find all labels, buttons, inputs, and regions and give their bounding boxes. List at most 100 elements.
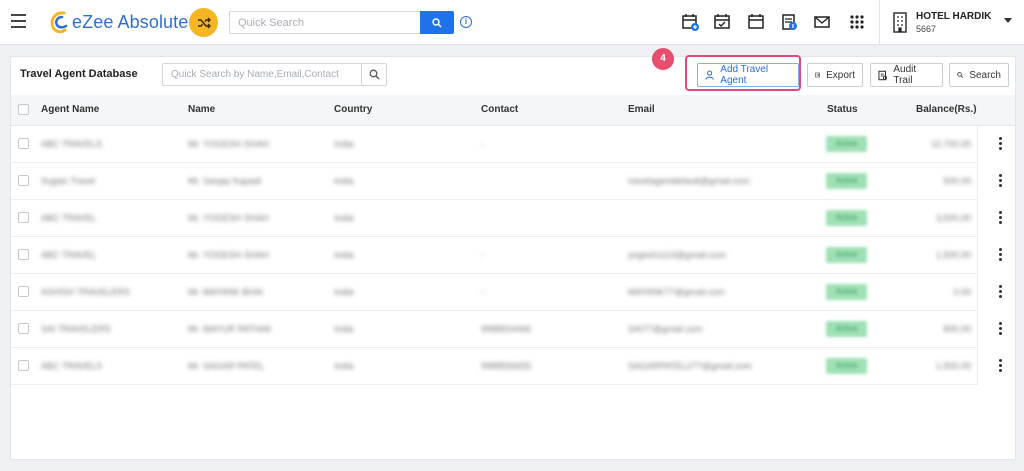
row-actions — [977, 311, 1015, 348]
table-row[interactable]: SAI TRAVELERS Mr. MAYUR PATHAK India 998… — [11, 311, 1015, 348]
row-actions — [977, 237, 1015, 274]
balance-cell: 500.00 — [943, 176, 971, 186]
agent-name-cell: ABC TRAVEL — [41, 213, 97, 223]
agent-name-cell: SAI TRAVELERS — [41, 324, 111, 334]
table-header: Agent Name Name Country Contact Email St… — [11, 95, 1015, 126]
agent-name-cell: ABC TRAVELS — [41, 361, 103, 371]
more-options-icon[interactable] — [999, 322, 1003, 336]
topbar-divider — [879, 0, 880, 45]
contact-cell: - — [481, 139, 484, 149]
column-header-name[interactable]: Name — [188, 104, 215, 115]
name-cell: Mr. MAYANK BHAI — [188, 287, 264, 297]
search-icon — [432, 17, 442, 28]
search-icon — [369, 69, 379, 80]
agent-search-input[interactable] — [162, 63, 362, 86]
calendar-check-icon[interactable] — [713, 13, 731, 31]
status-badge: Active — [826, 210, 867, 226]
app-logo[interactable]: eZee Absolute — [48, 9, 188, 35]
row-checkbox[interactable] — [18, 249, 29, 260]
email-cell: travelagentdefault@gmail.com — [628, 176, 750, 186]
row-actions — [977, 126, 1015, 163]
table-row[interactable]: ABC TRAVELS Mr. YOGESH SHAH India - Acti… — [11, 126, 1015, 163]
balance-cell: 0.00 — [953, 287, 971, 297]
table-row[interactable]: ABC TRAVEL Mr. YOGESH SHAH India - yoges… — [11, 237, 1015, 274]
hotel-code: 5667 — [916, 24, 937, 34]
table-row[interactable]: ABC TRAVELS Mr. SAGAR PATEL India 998855… — [11, 348, 1015, 385]
more-options-icon[interactable] — [999, 285, 1003, 299]
column-header-status[interactable]: Status — [827, 104, 858, 115]
agent-name-cell: ASHISH TRAVELERS — [41, 287, 130, 297]
country-cell: India — [334, 176, 354, 186]
row-checkbox[interactable] — [18, 286, 29, 297]
country-cell: India — [334, 250, 354, 260]
hotel-name[interactable]: HOTEL HARDIK — [916, 11, 991, 22]
balance-cell: 1,500.00 — [935, 250, 971, 260]
email-cell: SAI77@gmail.com — [628, 324, 703, 334]
more-options-icon[interactable] — [999, 248, 1003, 262]
calendar-icon[interactable] — [747, 13, 765, 31]
more-options-icon[interactable] — [999, 174, 1003, 188]
info-icon[interactable]: i — [460, 16, 472, 28]
balance-cell: 800.00 — [943, 324, 971, 334]
apps-grid-icon[interactable] — [848, 13, 866, 31]
row-checkbox[interactable] — [18, 138, 29, 149]
chevron-down-icon[interactable] — [1004, 18, 1012, 23]
audit-trail-label: Audit Trail — [893, 64, 917, 86]
row-checkbox[interactable] — [18, 175, 29, 186]
page-title: Travel Agent Database — [20, 68, 138, 80]
audit-trail-button[interactable]: Audit Trail — [870, 63, 943, 87]
row-actions — [977, 274, 1015, 311]
country-cell: India — [334, 324, 354, 334]
email-cell: yogesh1113@gmail.com — [628, 250, 726, 260]
name-cell: Mr. MAYUR PATHAK — [188, 324, 273, 334]
mail-icon[interactable] — [813, 13, 831, 31]
row-checkbox[interactable] — [18, 323, 29, 334]
table-row[interactable]: ABC TRAVEL Mr. YOGESH SHAH India Active … — [11, 200, 1015, 237]
export-label: Export — [826, 69, 855, 81]
switch-property-button[interactable] — [189, 8, 218, 37]
search-icon — [957, 72, 963, 78]
table-row[interactable]: ASHISH TRAVELERS Mr. MAYANK BHAI India -… — [11, 274, 1015, 311]
audit-icon — [878, 70, 888, 80]
more-options-icon[interactable] — [999, 137, 1003, 151]
name-cell: Mr. Sanjay Kapadi — [188, 176, 262, 186]
column-header-email[interactable]: Email — [628, 104, 655, 115]
row-actions — [977, 163, 1015, 200]
column-header-agent-name[interactable]: Agent Name — [41, 104, 99, 115]
more-options-icon[interactable] — [999, 359, 1003, 373]
step-badge: 4 — [652, 48, 674, 70]
country-cell: India — [334, 139, 354, 149]
status-badge: Active — [826, 136, 867, 152]
agent-search-button[interactable] — [361, 63, 387, 86]
quick-search-input[interactable] — [229, 11, 420, 34]
quick-search-button[interactable] — [420, 11, 454, 34]
country-cell: India — [334, 213, 354, 223]
column-header-contact[interactable]: Contact — [481, 104, 518, 115]
export-button[interactable]: Export — [807, 63, 863, 87]
row-checkbox[interactable] — [18, 360, 29, 371]
search-button[interactable]: Search — [949, 63, 1009, 87]
invoice-icon[interactable] — [780, 13, 798, 31]
row-checkbox[interactable] — [18, 212, 29, 223]
calendar-plus-icon[interactable] — [681, 13, 699, 31]
more-options-icon[interactable] — [999, 211, 1003, 225]
status-badge: Active — [826, 358, 867, 374]
agent-name-cell: ABC TRAVELS — [41, 139, 103, 149]
contact-cell: 9988556655 — [481, 361, 532, 371]
shuffle-icon — [197, 17, 211, 28]
balance-cell: 12,700.00 — [930, 139, 971, 149]
column-header-country[interactable]: Country — [334, 104, 372, 115]
tutorial-highlight — [685, 55, 801, 91]
ezee-logo-icon — [50, 11, 68, 34]
column-header-balance[interactable]: Balance(Rs.) — [916, 104, 977, 115]
menu-icon[interactable] — [11, 14, 26, 28]
country-cell: India — [334, 287, 354, 297]
status-badge: Active — [826, 284, 867, 300]
export-icon — [815, 72, 820, 78]
status-badge: Active — [826, 173, 867, 189]
status-badge: Active — [826, 321, 867, 337]
email-cell: MAYANK77@gmail.com — [628, 287, 725, 297]
table-row[interactable]: Sujjain Travel Mr. Sanjay Kapadi India t… — [11, 163, 1015, 200]
select-all-checkbox[interactable] — [18, 104, 29, 115]
contact-cell: - — [481, 287, 484, 297]
